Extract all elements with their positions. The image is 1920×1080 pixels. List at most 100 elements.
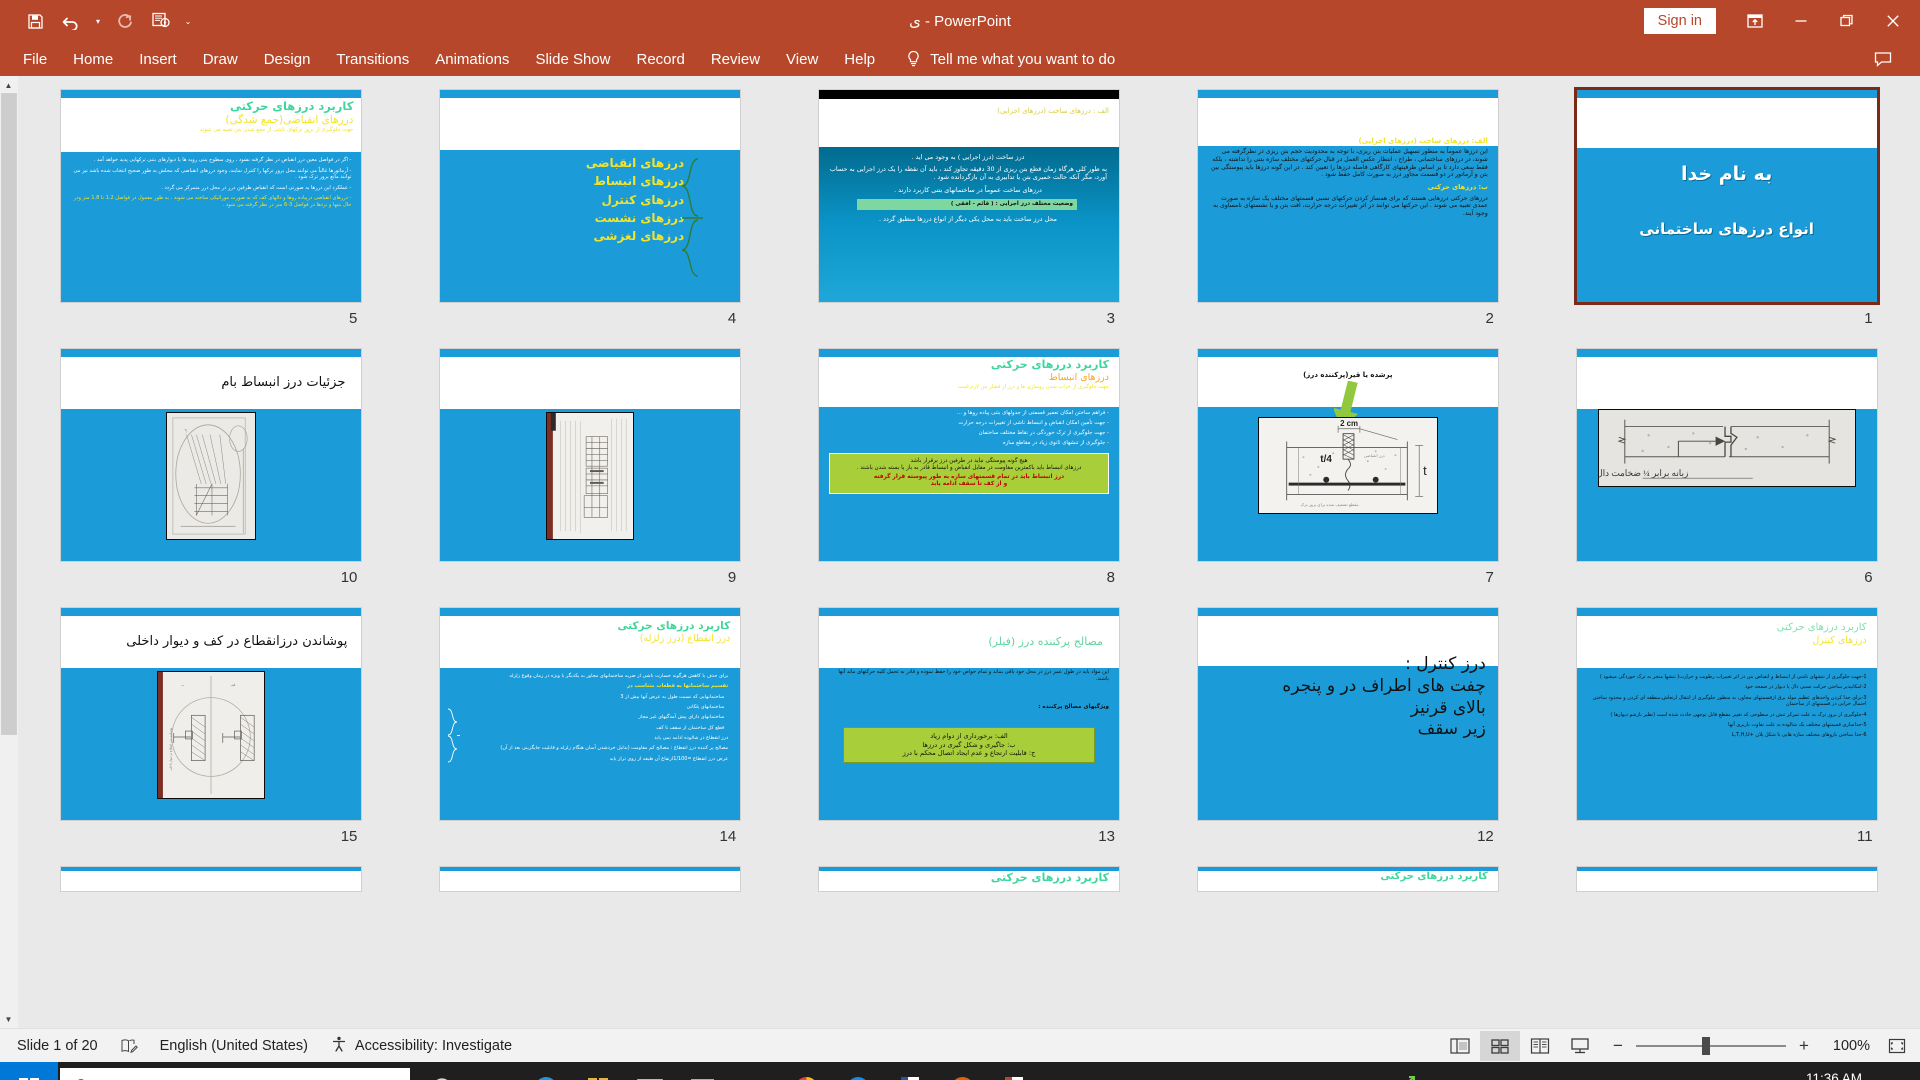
redo-icon[interactable]: [108, 6, 142, 36]
zoom-percent-label[interactable]: 100%: [1822, 1038, 1870, 1054]
slide-cell-6[interactable]: زبانه برابر ¼ ضخامت دال 6: [1559, 349, 1894, 608]
slide-thumbnail-10[interactable]: جزئیات درز انبساط بام الف: [61, 349, 362, 561]
slide-sorter-view-button[interactable]: [1480, 1030, 1520, 1061]
slide-thumbnail-6[interactable]: زبانه برابر ¼ ضخامت دال: [1576, 349, 1877, 561]
slide-thumbnail-20[interactable]: [61, 867, 362, 891]
ribbon-display-options-icon[interactable]: [1732, 0, 1778, 42]
slide-cell-5[interactable]: کاربرد درزهای حرکتی درزهای انقباضی(جمع ش…: [44, 90, 379, 349]
slide-cell-20-partial[interactable]: [44, 867, 379, 891]
slide-thumbnail-pane[interactable]: کاربرد درزهای حرکتی درزهای انقباضی(جمع ش…: [18, 76, 1920, 1028]
tab-design[interactable]: Design: [251, 48, 324, 71]
zoom-slider[interactable]: [1636, 1036, 1786, 1055]
mail-icon[interactable]: [626, 1062, 674, 1080]
scroll-down-arrow-icon[interactable]: ▼: [0, 1010, 18, 1028]
powerpoint-icon[interactable]: P: [990, 1062, 1038, 1080]
cortana-icon[interactable]: [418, 1062, 466, 1080]
language-indicator[interactable]: English (United States): [149, 1029, 319, 1063]
accessibility-checker[interactable]: Accessibility: Investigate: [319, 1029, 523, 1063]
tab-file[interactable]: File: [10, 48, 60, 71]
scroll-up-arrow-icon[interactable]: ▲: [0, 76, 18, 94]
slide-thumbnail-18[interactable]: کاربرد درزهای حرکتی: [818, 867, 1119, 891]
edge-icon[interactable]: [522, 1062, 570, 1080]
battery-icon[interactable]: [1654, 1062, 1688, 1080]
tab-home[interactable]: Home: [60, 48, 126, 71]
slide-cell-14[interactable]: کاربرد درزهای حرکتی درز انقطاع (درز زلزل…: [423, 608, 758, 867]
slide-show-view-button[interactable]: [1560, 1031, 1600, 1061]
word-icon[interactable]: W: [886, 1062, 934, 1080]
tab-record[interactable]: Record: [623, 48, 697, 71]
slide-cell-10[interactable]: جزئیات درز انبساط بام الف 10: [44, 349, 379, 608]
save-icon[interactable]: [18, 6, 52, 36]
slide-thumbnail-4[interactable]: درزهای انقباضی درزهای انبساط درزهای کنتر…: [440, 90, 741, 302]
tab-draw[interactable]: Draw: [190, 48, 251, 71]
slide-thumbnail-2[interactable]: الف: درزهای ساخت (درزهای اجرایی) این درز…: [1197, 90, 1498, 302]
slide-cell-9[interactable]: 9: [423, 349, 758, 608]
tab-slide-show[interactable]: Slide Show: [522, 48, 623, 71]
slide-cell-7[interactable]: پرشده یا قیر(پرکننده درز) 2 cm t/4 t درز…: [1180, 349, 1515, 608]
slide-cell-19-partial[interactable]: [423, 867, 758, 891]
task-view-icon[interactable]: [470, 1062, 518, 1080]
show-hidden-icons-icon[interactable]: [1586, 1062, 1620, 1080]
notes-icon[interactable]: [109, 1029, 149, 1063]
slide-cell-13[interactable]: مصالح پرکننده درز (فیلر) این مواد باید د…: [802, 608, 1137, 867]
zoom-out-button[interactable]: −: [1610, 1036, 1626, 1056]
slide-cell-3[interactable]: الف : درزهای ساخت (درزهای اجرایی) درز سا…: [802, 90, 1137, 349]
clock[interactable]: 11:36 AM 6/13/2023: [1790, 1070, 1874, 1080]
slide-thumbnail-13[interactable]: مصالح پرکننده درز (فیلر) این مواد باید د…: [818, 608, 1119, 820]
slide-thumbnail-5[interactable]: کاربرد درزهای حرکتی درزهای انقباضی(جمع ش…: [61, 90, 362, 302]
zoom-slider-thumb[interactable]: [1702, 1036, 1710, 1055]
slide-cell-15[interactable]: پوشاندن درزانقطاع در کف و دیوار داخلی ب …: [44, 608, 379, 867]
slide-indicator[interactable]: Slide 1 of 20: [6, 1029, 109, 1063]
firefox-icon[interactable]: [938, 1062, 986, 1080]
sign-in-button[interactable]: Sign in: [1643, 8, 1716, 34]
slide-thumbnail-19[interactable]: [440, 867, 741, 891]
slide-thumbnail-1[interactable]: به نام خدا انواع درزهای ساختمانی: [1576, 90, 1877, 302]
volume-icon[interactable]: [1722, 1062, 1756, 1080]
tab-insert[interactable]: Insert: [126, 48, 190, 71]
tab-animations[interactable]: Animations: [422, 48, 522, 71]
slide-cell-4[interactable]: درزهای انقباضی درزهای انبساط درزهای کنتر…: [423, 90, 758, 349]
slide-cell-16-partial[interactable]: [1559, 867, 1894, 891]
teamviewer-icon[interactable]: [834, 1062, 882, 1080]
slide-thumbnail-11[interactable]: کاربرد درزهای حرکتی درزهای کنترل 1-جهت ج…: [1576, 608, 1877, 820]
minimize-icon[interactable]: [1778, 0, 1824, 42]
photos-icon[interactable]: [678, 1062, 726, 1080]
reading-view-button[interactable]: [1520, 1031, 1560, 1061]
slide-thumbnail-8[interactable]: کاربرد درزهای حرکتی درزهای انبساط جهت جل…: [818, 349, 1119, 561]
slide-thumbnail-9[interactable]: [440, 349, 741, 561]
wifi-icon[interactable]: [1688, 1062, 1722, 1080]
slide-thumbnail-17[interactable]: کاربرد درزهای حرکتی: [1197, 867, 1498, 891]
zoom-control[interactable]: − + 100%: [1600, 1036, 1880, 1056]
tab-view[interactable]: View: [773, 48, 831, 71]
slide-thumbnail-15[interactable]: پوشاندن درزانقطاع در کف و دیوار داخلی ب …: [61, 608, 362, 820]
slide-cell-18-partial[interactable]: کاربرد درزهای حرکتی: [802, 867, 1137, 891]
stock-widget[interactable]: Russell 2000 +1.17%: [1380, 1075, 1586, 1080]
tell-me-search[interactable]: Tell me what you want to do: [906, 50, 1115, 68]
comments-icon[interactable]: [1860, 38, 1906, 80]
close-icon[interactable]: [1870, 0, 1916, 42]
tab-help[interactable]: Help: [831, 48, 888, 71]
fit-to-window-button[interactable]: [1880, 1031, 1914, 1061]
tab-transitions[interactable]: Transitions: [323, 48, 422, 71]
normal-view-button[interactable]: [1440, 1031, 1480, 1061]
slide-cell-11[interactable]: کاربرد درزهای حرکتی درزهای کنترل 1-جهت ج…: [1559, 608, 1894, 867]
vertical-scrollbar[interactable]: ▲ ▼: [0, 76, 18, 1028]
scroll-thumb[interactable]: [1, 94, 16, 734]
undo-icon[interactable]: [54, 6, 88, 36]
camera-icon[interactable]: [1620, 1062, 1654, 1080]
slide-thumbnail-7[interactable]: پرشده یا قیر(پرکننده درز) 2 cm t/4 t درز…: [1197, 349, 1498, 561]
scroll-track[interactable]: [0, 94, 18, 1010]
slide-thumbnail-16[interactable]: [1576, 867, 1877, 891]
tab-review[interactable]: Review: [698, 48, 773, 71]
slide-cell-17-partial[interactable]: کاربرد درزهای حرکتی: [1180, 867, 1515, 891]
file-explorer-icon[interactable]: [730, 1062, 778, 1080]
start-button-icon[interactable]: [0, 1062, 58, 1080]
chrome-icon[interactable]: [782, 1062, 830, 1080]
search-input[interactable]: Type here to search: [60, 1068, 410, 1080]
language-indicator-taskbar[interactable]: فا: [1756, 1062, 1790, 1080]
slide-thumbnail-3[interactable]: الف : درزهای ساخت (درزهای اجرایی) درز سا…: [818, 90, 1119, 302]
slide-cell-12[interactable]: درز کنترل : چفت های اطراف در و پنجره بال…: [1180, 608, 1515, 867]
slide-cell-8[interactable]: کاربرد درزهای حرکتی درزهای انبساط جهت جل…: [802, 349, 1137, 608]
slide-cell-1[interactable]: به نام خدا انواع درزهای ساختمانی 1: [1559, 90, 1894, 349]
zoom-in-button[interactable]: +: [1796, 1036, 1812, 1056]
